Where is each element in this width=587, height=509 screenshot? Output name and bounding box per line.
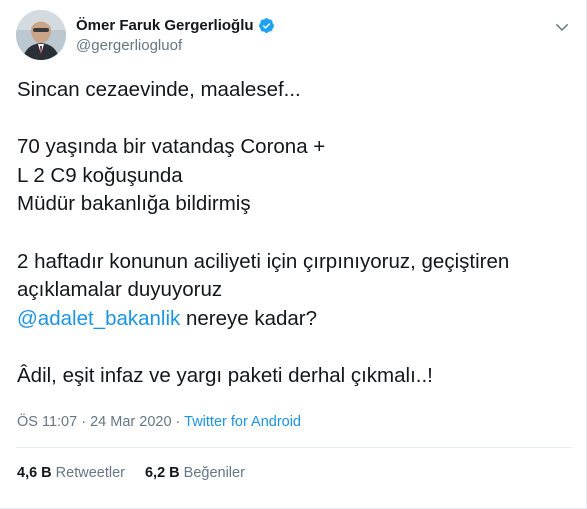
tweet-line: @adalet_bakanlik nereye kadar? (17, 305, 577, 334)
mention-rest-text: nereye kadar? (180, 306, 318, 330)
avatar[interactable] (16, 10, 66, 60)
retweets-count: 4,6 B (17, 465, 52, 481)
meta-separator: · (77, 414, 91, 430)
retweets-label: Retweetler (55, 465, 125, 481)
tweet-stats: 4,6 B Retweetler 6,2 B Beğeniler (17, 465, 245, 481)
tweet-line (17, 219, 577, 248)
tweet-header: Ömer Faruk Gergerlioğlu @gergerliogluof (16, 10, 571, 62)
name-row: Ömer Faruk Gergerlioğlu (76, 15, 275, 36)
divider (16, 447, 572, 448)
tweet-time[interactable]: ÖS 11:07 (17, 414, 77, 430)
likes-count: 6,2 B (144, 465, 180, 481)
retweets-stat[interactable]: 4,6 B Retweetler (17, 465, 125, 481)
display-name[interactable]: Ömer Faruk Gergerlioğlu (76, 17, 254, 34)
tweet-card: Ömer Faruk Gergerlioğlu @gergerliogluof … (0, 0, 587, 509)
tweet-line: Müdür bakanlığa bildirmiş (17, 192, 251, 216)
mention-link[interactable]: @adalet_bakanlik (17, 307, 180, 330)
tweet-date[interactable]: 24 Mar 2020 (90, 414, 171, 430)
tweet-line: L 2 C9 koğuşunda (17, 163, 183, 187)
tweet-line: 70 yaşında bir vatandaş Corona + (17, 135, 326, 159)
tweet-line: açıklamalar duyuyoruz (17, 278, 223, 302)
tweet-line: Sincan cezaevinde, maalesef... (17, 78, 301, 101)
tweet-meta: ÖS 11:07 · 24 Mar 2020 · Twitter for And… (17, 414, 301, 430)
tweet-line (17, 105, 577, 134)
tweet-source-link[interactable]: Twitter for Android (184, 414, 301, 430)
tweet-line (17, 333, 577, 362)
avatar-image (16, 10, 66, 60)
meta-separator: · (171, 414, 185, 430)
tweet-line: 2 haftadır konunun aciliyeti için çırpın… (17, 249, 510, 273)
likes-label: Beğeniler (183, 465, 245, 481)
likes-stat[interactable]: 6,2 B Beğeniler (145, 465, 245, 481)
handle[interactable]: @gergerliogluof (76, 37, 275, 54)
tweet-line: Âdil, eşit infaz ve yargı paketi derhal … (17, 363, 433, 387)
author-info: Ömer Faruk Gergerlioğlu @gergerliogluof (76, 15, 275, 54)
tweet-text: Sincan cezaevinde, maalesef... 70 yaşınd… (17, 76, 577, 391)
verified-badge-icon (258, 17, 275, 34)
chevron-down-icon[interactable] (553, 18, 571, 36)
